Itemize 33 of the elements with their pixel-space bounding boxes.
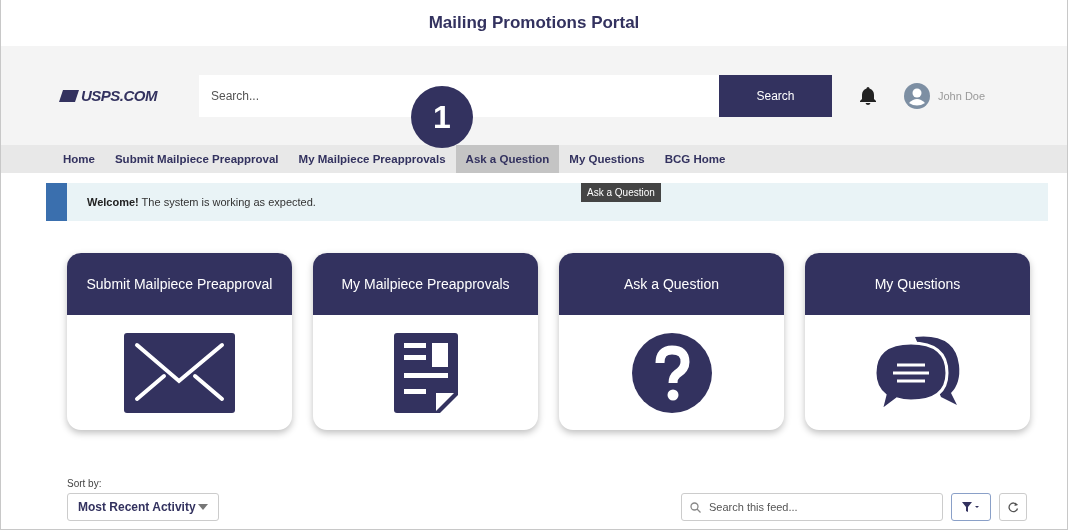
avatar-icon[interactable]: [904, 82, 930, 109]
banner-text: Welcome! The system is working as expected.: [86, 196, 316, 208]
bell-icon[interactable]: [860, 86, 876, 105]
tile-card[interactable]: My Mailpiece Preapprovals: [313, 253, 538, 430]
feed-search-field[interactable]: Search this feed...: [681, 493, 943, 521]
nav-tab[interactable]: Ask a Question: [455, 145, 560, 173]
filter-button[interactable]: [951, 493, 991, 521]
search-button[interactable]: Search: [719, 74, 832, 117]
tile-title: My Questions: [805, 253, 1030, 315]
nav-tab[interactable]: My Mailpiece Preapprovals: [288, 145, 456, 173]
question-icon: [631, 332, 712, 413]
tile-title: My Mailpiece Preapprovals: [313, 253, 538, 315]
nav-tab[interactable]: BCG Home: [654, 145, 736, 173]
search-icon: [690, 502, 701, 513]
nav-tab[interactable]: Submit Mailpiece Preapproval: [104, 145, 289, 173]
tile-card[interactable]: My Questions: [805, 253, 1030, 430]
refresh-icon: [1007, 501, 1019, 513]
filter-icon: [962, 502, 980, 512]
sort-label: Sort by:: [67, 478, 103, 489]
nav-tab[interactable]: My Questions: [559, 145, 655, 173]
nav-tab[interactable]: Home: [53, 145, 105, 173]
document-icon: [393, 332, 458, 413]
refresh-button[interactable]: [999, 493, 1027, 521]
sort-dropdown[interactable]: Most Recent Activity: [67, 493, 219, 521]
tooltip: Ask a Question: [581, 183, 661, 202]
tile-card[interactable]: Ask a Question: [559, 253, 784, 430]
envelope-icon: [124, 332, 235, 413]
tile-title: Ask a Question: [559, 253, 784, 315]
logo: USPS.COM: [59, 87, 199, 104]
portal-title: Mailing Promotions Portal: [428, 13, 640, 33]
caret-icon: [198, 504, 208, 510]
tile-card[interactable]: Submit Mailpiece Preapproval: [67, 253, 292, 430]
tile-title: Submit Mailpiece Preapproval: [67, 253, 292, 315]
